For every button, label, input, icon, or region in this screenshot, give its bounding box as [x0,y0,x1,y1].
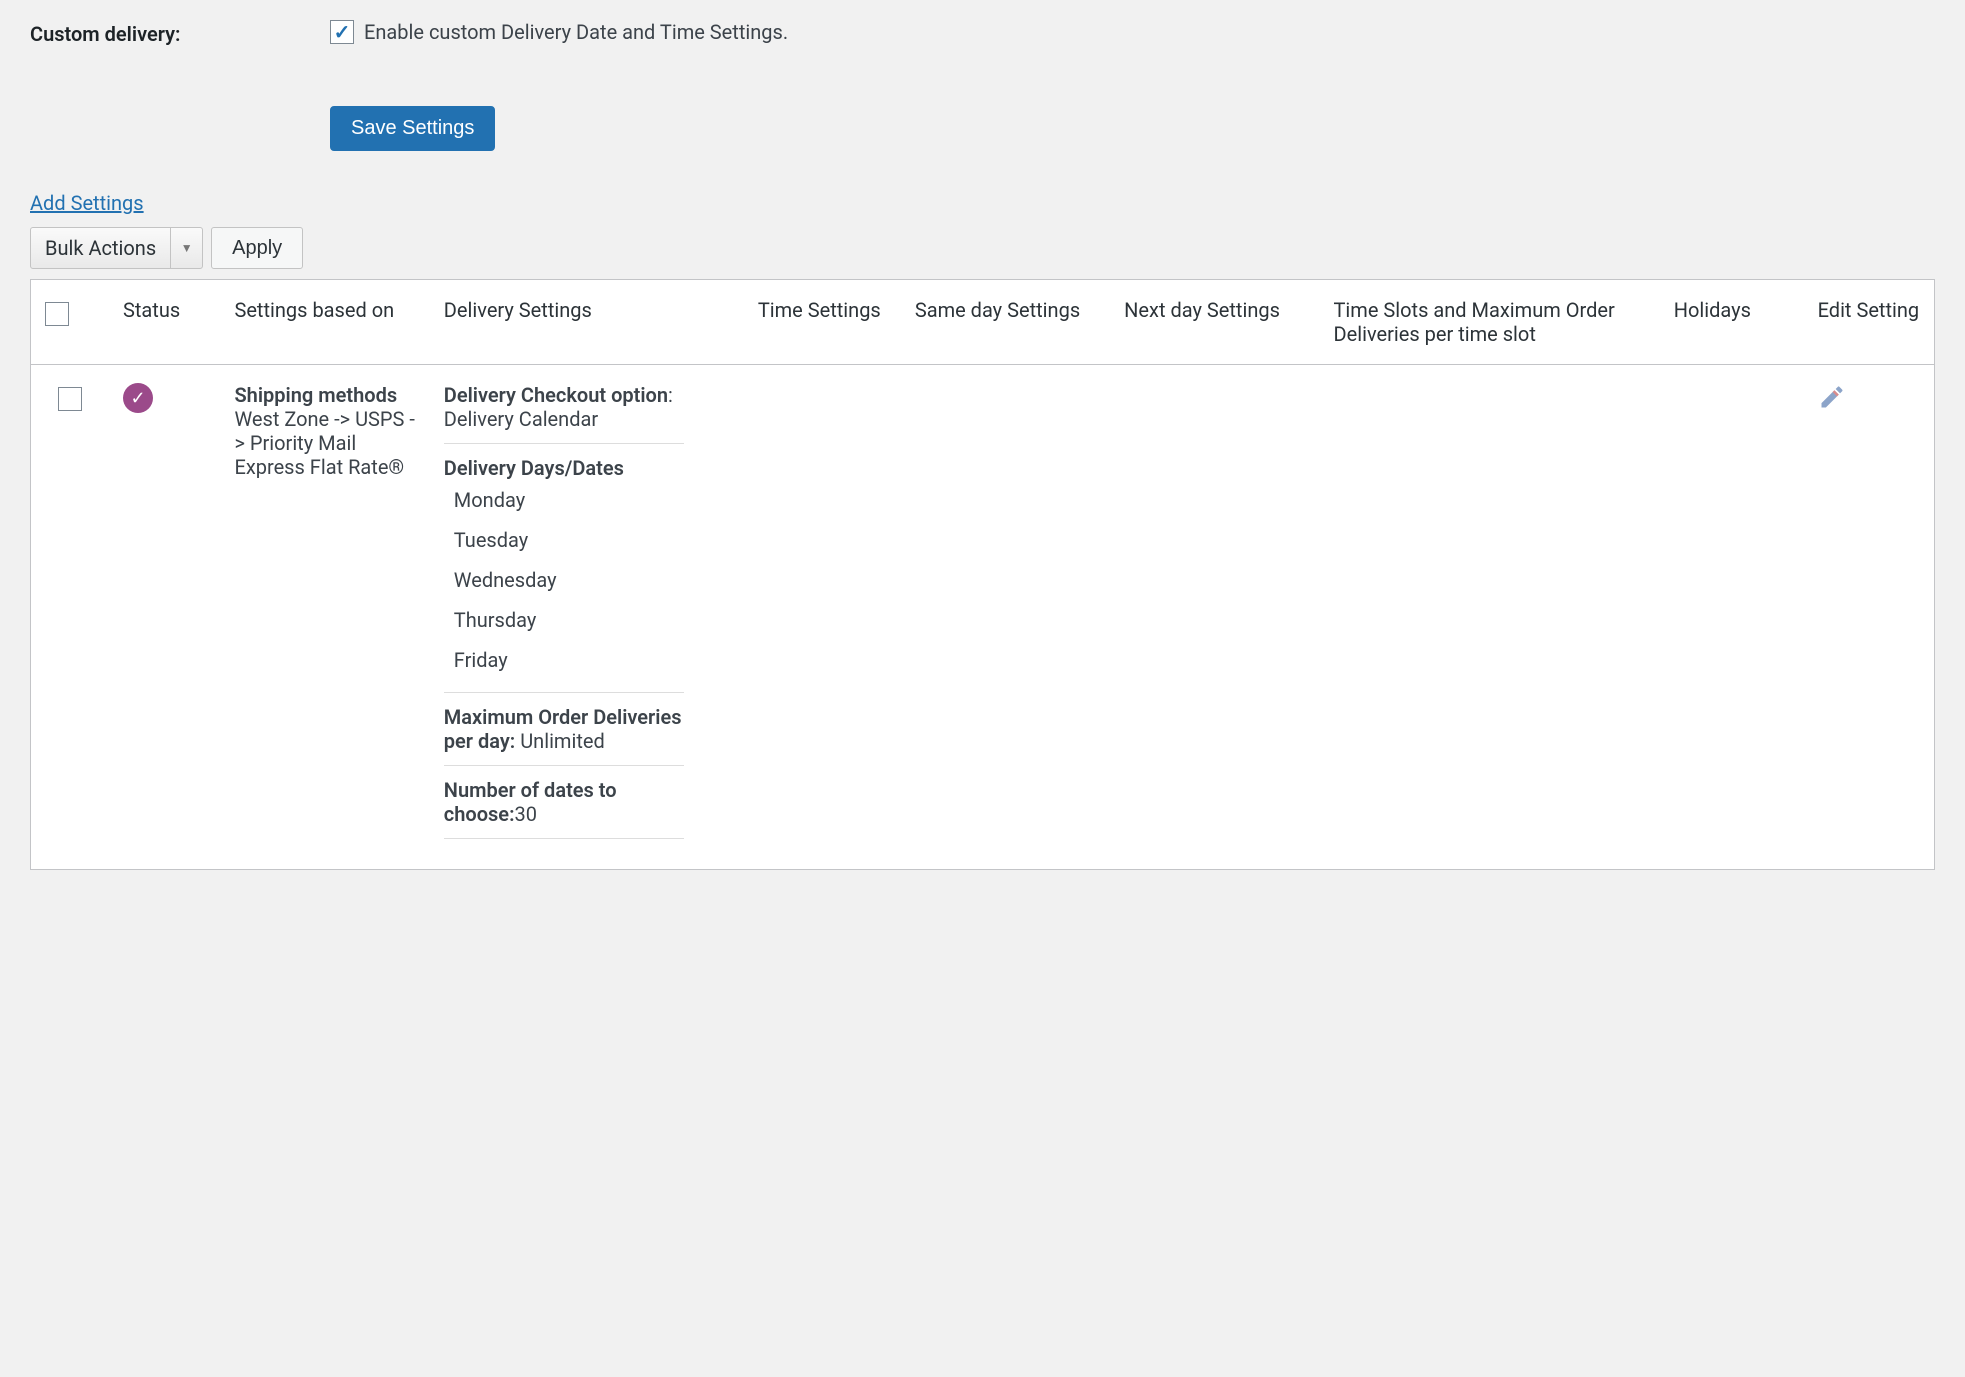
save-settings-button[interactable]: Save Settings [330,106,495,151]
settings-table: Status Settings based on Delivery Settin… [30,279,1935,870]
bulk-actions-label: Bulk Actions [31,236,170,260]
num-dates-value: 30 [515,802,537,826]
based-on-title: Shipping methods [234,383,415,407]
header-edit[interactable]: Edit Setting [1804,280,1935,365]
based-on-detail: West Zone -> USPS -> Priority Mail Expre… [234,407,415,479]
enable-custom-checkbox[interactable] [330,20,354,44]
edit-icon[interactable] [1818,383,1846,411]
header-based-on[interactable]: Settings based on [220,280,429,365]
header-same-day[interactable]: Same day Settings [901,280,1110,365]
header-holidays[interactable]: Holidays [1660,280,1804,365]
row-checkbox[interactable] [58,387,82,411]
header-time-slots[interactable]: Time Slots and Maximum Order Deliveries … [1320,280,1660,365]
header-time[interactable]: Time Settings [744,280,901,365]
day-item: Wednesday [444,560,684,600]
header-delivery[interactable]: Delivery Settings [430,280,744,365]
apply-button[interactable]: Apply [211,227,303,269]
table-row: ✓ Shipping methods West Zone -> USPS -> … [31,365,1935,870]
delivery-days-label: Delivery Days/Dates [444,456,684,480]
header-next-day[interactable]: Next day Settings [1110,280,1319,365]
custom-delivery-label: Custom delivery: [30,20,330,46]
enable-custom-label: Enable custom Delivery Date and Time Set… [364,20,788,44]
bulk-actions-select[interactable]: Bulk Actions ▼ [30,227,203,269]
day-item: Thursday [444,600,684,640]
status-active-icon: ✓ [123,383,153,413]
select-all-checkbox[interactable] [45,302,69,326]
chevron-down-icon: ▼ [170,228,202,268]
add-settings-link[interactable]: Add Settings [30,191,144,215]
day-item: Monday [444,480,684,520]
max-orders-value: Unlimited [520,729,605,753]
delivery-checkout-label: Delivery Checkout option [444,383,668,407]
header-status[interactable]: Status [109,280,220,365]
day-item: Friday [444,640,684,680]
day-item: Tuesday [444,520,684,560]
